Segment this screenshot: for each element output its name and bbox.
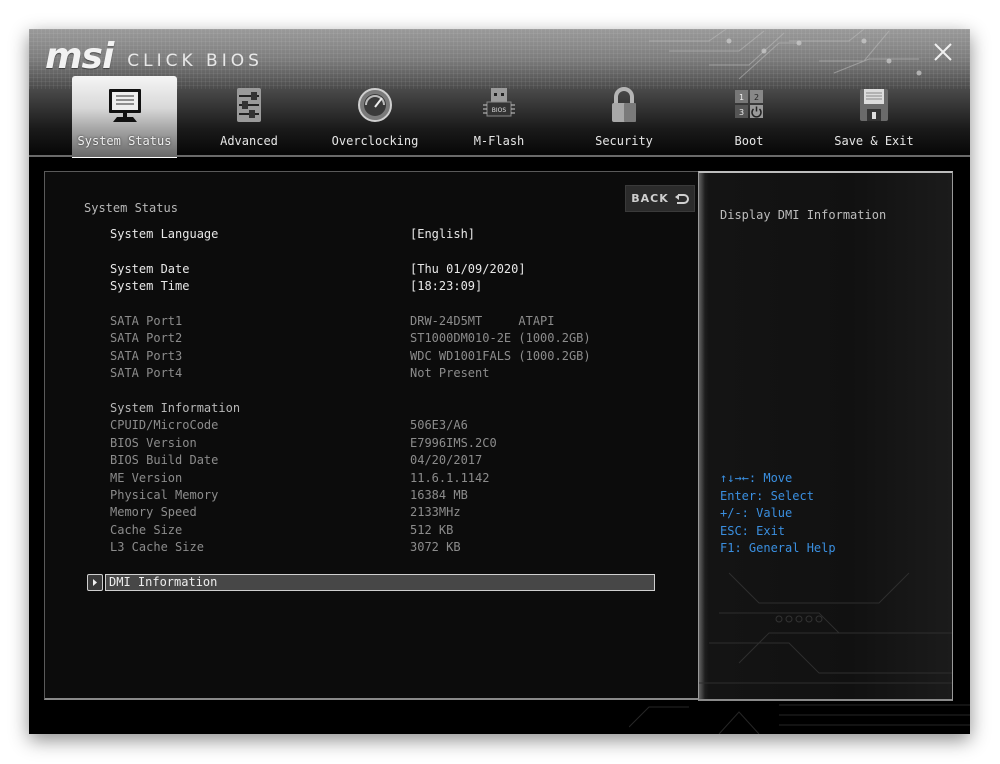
back-label: BACK xyxy=(631,192,669,205)
info-value: DRW-24D5MT ATAPI xyxy=(410,314,555,328)
help-panel: Display DMI Information ↑↓→←: Move Enter… xyxy=(698,171,953,701)
key-hint-help: F1: General Help xyxy=(720,541,836,555)
sliders-icon xyxy=(229,86,269,126)
info-label: Physical Memory xyxy=(110,488,219,502)
info-label: L3 Cache Size xyxy=(110,540,204,554)
section-title: System Status xyxy=(84,201,178,215)
tab-label: M-Flash xyxy=(473,134,525,148)
close-x-icon xyxy=(934,43,952,61)
tab-label: System Status xyxy=(77,134,172,148)
key-hint-select: Enter: Select xyxy=(720,488,814,503)
info-value: 3072 KB xyxy=(410,540,461,554)
return-arrow-icon xyxy=(674,193,689,205)
setting-value: [18:23:09] xyxy=(410,279,483,293)
bottom-circuit-decoration xyxy=(629,704,970,734)
close-button[interactable] xyxy=(932,41,954,63)
info-value: 16384 MB xyxy=(410,488,468,502)
info-label: CPUID/MicroCode xyxy=(110,418,219,432)
header-divider xyxy=(29,155,970,157)
info-value: 506E3/A6 xyxy=(410,418,468,432)
setting-label: System Language xyxy=(110,227,219,241)
info-label: SATA Port1 xyxy=(110,314,183,328)
tab-save-exit[interactable]: Save & Exit xyxy=(829,76,919,156)
info-value: 11.6.1.1142 xyxy=(410,471,490,485)
svg-text:3: 3 xyxy=(739,108,744,117)
info-value: ST1000DM010-2E (1000.2GB) xyxy=(410,331,591,345)
logo-product: CLICK BIOS xyxy=(127,51,263,71)
tab-overclocking[interactable]: Overclocking xyxy=(325,76,425,156)
key-legend: ↑↓→←: Move Enter: Select +/-: Value ESC:… xyxy=(720,470,836,558)
info-label: SATA Port4 xyxy=(110,366,183,380)
svg-text:1: 1 xyxy=(739,93,744,102)
info-label: SATA Port3 xyxy=(110,349,183,363)
key-hint-move: ↑↓→←: Move xyxy=(720,471,793,485)
tab-label: Overclocking xyxy=(331,134,419,148)
tab-security[interactable]: Security xyxy=(584,76,664,156)
tab-system-status[interactable]: System Status xyxy=(72,76,177,158)
info-value: WDC WD1001FALS (1000.2GB) xyxy=(410,349,591,363)
logo-brand: msi xyxy=(45,36,114,77)
tab-boot[interactable]: 1 2 3 Boot xyxy=(709,76,789,156)
key-hint-value: +/-: Value xyxy=(720,506,793,520)
circuit-decoration xyxy=(699,572,952,684)
gauge-icon xyxy=(355,86,395,126)
boot-order-icon: 1 2 3 xyxy=(729,86,769,126)
setting-value: [English] xyxy=(410,227,476,241)
bios-chip-icon: BIOS xyxy=(479,86,519,126)
info-label: SATA Port2 xyxy=(110,331,183,345)
msi-logo: msi CLICK BIOS xyxy=(45,35,263,75)
setting-label: System Time xyxy=(110,279,190,293)
heading-label: System Information xyxy=(110,401,241,415)
main-tabs: System Status Advanced Overclocking BIOS… xyxy=(29,76,970,158)
header-bar: msi CLICK BIOS System Status Advanced Ov… xyxy=(29,29,970,158)
settings-panel: BACK System Status System Language [Engl… xyxy=(44,171,702,700)
tab-label: Save & Exit xyxy=(834,134,914,148)
submenu-arrow-icon xyxy=(87,574,103,591)
info-value: 512 KB xyxy=(410,523,454,537)
info-value: Not Present xyxy=(410,366,490,380)
help-description: Display DMI Information xyxy=(720,208,887,222)
info-label: BIOS Build Date xyxy=(110,453,219,467)
tab-advanced[interactable]: Advanced xyxy=(209,76,289,156)
info-value: 04/20/2017 xyxy=(410,453,483,467)
tab-label: Advanced xyxy=(220,134,278,148)
svg-text:2: 2 xyxy=(754,93,759,102)
monitor-icon xyxy=(105,86,145,126)
info-label: Cache Size xyxy=(110,523,183,537)
padlock-icon xyxy=(604,86,644,126)
info-label: ME Version xyxy=(110,471,183,485)
setting-value: [Thu 01/09/2020] xyxy=(410,262,526,276)
floppy-disk-icon xyxy=(854,86,894,126)
tab-m-flash[interactable]: BIOS M-Flash xyxy=(459,76,539,156)
submenu-label: DMI Information xyxy=(109,575,218,589)
info-label: BIOS Version xyxy=(110,436,197,450)
bios-window: msi CLICK BIOS System Status Advanced Ov… xyxy=(29,29,970,734)
tab-label: Boot xyxy=(734,134,764,148)
submenu-dmi-information[interactable]: DMI Information xyxy=(87,574,657,591)
setting-label: System Date xyxy=(110,262,190,276)
submenu-highlight: DMI Information xyxy=(105,574,655,591)
info-value: E7996IMS.2C0 xyxy=(410,436,497,450)
svg-text:BIOS: BIOS xyxy=(492,107,507,114)
info-label: Memory Speed xyxy=(110,505,197,519)
tab-label: Security xyxy=(595,134,653,148)
back-button[interactable]: BACK xyxy=(625,185,695,212)
key-hint-exit: ESC: Exit xyxy=(720,523,786,538)
info-value: 2133MHz xyxy=(410,505,461,519)
